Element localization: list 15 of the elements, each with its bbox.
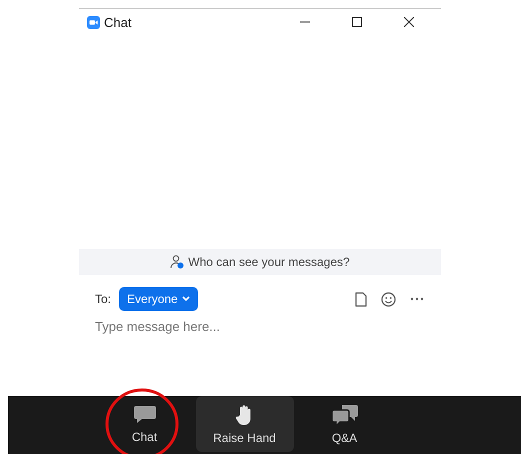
window-title: Chat bbox=[104, 14, 132, 30]
person-icon bbox=[170, 255, 184, 269]
privacy-notice: Who can see your messages? bbox=[188, 255, 350, 269]
maximize-icon bbox=[352, 17, 362, 27]
chevron-down-icon bbox=[182, 296, 190, 302]
privacy-bar[interactable]: Who can see your messages? bbox=[79, 249, 441, 275]
close-icon bbox=[404, 17, 414, 27]
chat-bubbles-icon bbox=[330, 404, 358, 426]
toolbar-button[interactable]: Chat bbox=[102, 396, 188, 452]
recipient-dropdown[interactable]: Everyone bbox=[119, 287, 198, 311]
chat-bubble-icon bbox=[132, 404, 156, 424]
to-label: To: bbox=[95, 292, 112, 306]
toolbar-button[interactable]: Q&A bbox=[302, 396, 388, 452]
video-camera-icon bbox=[87, 16, 100, 28]
toolbar-button[interactable]: Raise Hand bbox=[196, 396, 294, 452]
